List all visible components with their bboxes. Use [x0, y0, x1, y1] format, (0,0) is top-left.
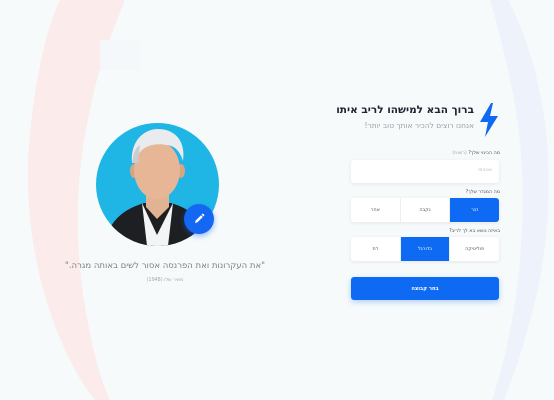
optional-tag: (רשות) [452, 151, 467, 156]
nickname-placeholder: אנונימי [478, 168, 492, 173]
choose-team-button[interactable]: בחר קבוצה [351, 277, 499, 300]
quote-author: מאיר שלו (1948) [146, 278, 184, 283]
portrait [96, 123, 219, 246]
lightning-bolt-icon [480, 103, 498, 137]
gender-option-female[interactable]: נקבה [401, 198, 451, 222]
topic-label: באיזה נושא בא לך לריב? [449, 229, 500, 234]
pencil-icon [195, 213, 205, 223]
gender-option-male[interactable]: זכר [450, 198, 499, 222]
nickname-input[interactable]: אנונימי [351, 160, 499, 183]
quote-text: "את העקרונות ואת הפרנסה אסור לשים באותה … [64, 261, 266, 271]
gender-selector[interactable]: אחר נקבה זכר [351, 198, 499, 222]
topic-option-football[interactable]: כדורגל [400, 237, 451, 261]
nickname-label: מה הכינוי שלך? (רשות) [452, 151, 500, 156]
gender-label: מה המגדר שלך? [465, 190, 500, 195]
topic-option-politics[interactable]: פוליטיקה [450, 237, 499, 261]
edit-avatar-button[interactable] [184, 204, 214, 234]
page-subtitle: אנחנו רוצים להכיר אותך טוב יותר! [364, 121, 474, 130]
topic-selector[interactable]: דת כדורגל פוליטיקה [351, 237, 499, 261]
topic-option-religion[interactable]: דת [351, 237, 401, 261]
gender-option-other[interactable]: אחר [351, 198, 401, 222]
nickname-label-text: מה הכינוי שלך? [468, 151, 500, 156]
page-title: ברוך הבא למישהו לריב איתו [336, 104, 474, 116]
